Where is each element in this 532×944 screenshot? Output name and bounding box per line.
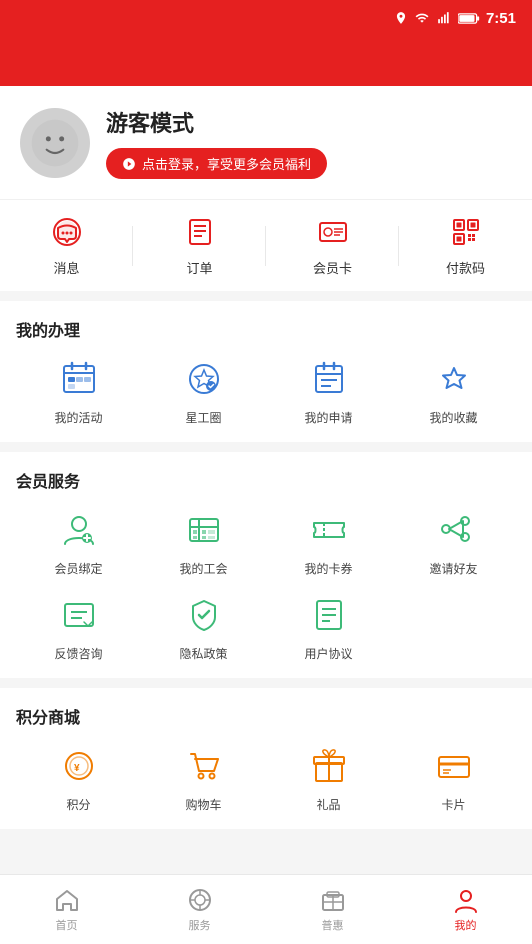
nav-home[interactable]: 首页 xyxy=(0,875,133,944)
membercard-icon xyxy=(315,214,351,250)
member-bind[interactable]: 会员绑定 xyxy=(16,508,141,577)
member-bind-label: 会员绑定 xyxy=(54,560,102,577)
activity-icon xyxy=(57,357,101,401)
agreement-icon xyxy=(307,593,351,637)
gift-label: 礼品 xyxy=(316,796,340,813)
quick-actions: 消息 订单 xyxy=(0,200,532,291)
coupon-icon xyxy=(307,508,351,552)
feedback-label: 反馈咨询 xyxy=(54,645,102,662)
my-coupon[interactable]: 我的卡券 xyxy=(266,508,391,577)
card-item[interactable]: 卡片 xyxy=(391,744,516,813)
star-circle[interactable]: 星工圈 xyxy=(141,357,266,426)
svg-text:¥: ¥ xyxy=(74,763,80,774)
my-union[interactable]: 我的工会 xyxy=(141,508,266,577)
points-label: 积分 xyxy=(66,796,90,813)
card-label: 卡片 xyxy=(441,796,465,813)
star-circle-label: 星工圈 xyxy=(185,409,221,426)
my-apply[interactable]: 我的申请 xyxy=(266,357,391,426)
apply-icon xyxy=(307,357,351,401)
nav-service[interactable]: 服务 xyxy=(133,875,266,944)
points-grid: ¥ 积分 购物车 xyxy=(16,744,516,813)
feedback-icon xyxy=(57,593,101,637)
quick-action-qrcode[interactable]: 付款码 xyxy=(399,214,532,277)
status-bar: 7:51 xyxy=(0,0,532,36)
profile-info: 游客模式 点击登录，享受更多会员福利 xyxy=(106,106,327,179)
my-favorites[interactable]: 我的收藏 xyxy=(391,357,516,426)
points-section-title: 积分商城 xyxy=(16,704,516,728)
avatar xyxy=(20,108,90,178)
gift-item[interactable]: 礼品 xyxy=(266,744,391,813)
card-icon xyxy=(432,744,476,788)
union-label: 我的工会 xyxy=(179,560,227,577)
order-label: 订单 xyxy=(186,258,212,277)
my-section-title: 我的办理 xyxy=(16,317,516,341)
profile-nav-icon xyxy=(453,887,479,913)
cart-item[interactable]: 购物车 xyxy=(141,744,266,813)
content-area: 游客模式 点击登录，享受更多会员福利 消息 xyxy=(0,86,532,924)
home-icon xyxy=(54,887,80,913)
signal-icon xyxy=(436,11,452,25)
bottom-nav: 首页 服务 普惠 我的 xyxy=(0,874,532,944)
app-header xyxy=(0,36,532,86)
quick-action-message[interactable]: 消息 xyxy=(0,214,133,277)
wifi-icon xyxy=(414,11,430,25)
member-row1: 会员绑定 我的工会 xyxy=(16,508,516,577)
quick-action-membercard[interactable]: 会员卡 xyxy=(266,214,399,277)
nav-home-label: 首页 xyxy=(56,917,78,933)
benefits-icon xyxy=(320,887,346,913)
star-circle-icon xyxy=(182,357,226,401)
nav-benefits-label: 普惠 xyxy=(322,917,344,933)
apply-label: 我的申请 xyxy=(304,409,352,426)
battery-icon xyxy=(458,12,480,25)
privacy[interactable]: 隐私政策 xyxy=(141,593,266,662)
login-btn-label: 点击登录，享受更多会员福利 xyxy=(142,154,311,173)
points-item[interactable]: ¥ 积分 xyxy=(16,744,141,813)
nav-service-label: 服务 xyxy=(189,917,211,933)
message-label: 消息 xyxy=(53,258,79,277)
nav-benefits[interactable]: 普惠 xyxy=(266,875,399,944)
favorites-icon xyxy=(432,357,476,401)
feedback[interactable]: 反馈咨询 xyxy=(16,593,141,662)
gift-icon xyxy=(307,744,351,788)
profile-name: 游客模式 xyxy=(106,106,327,138)
login-button[interactable]: 点击登录，享受更多会员福利 xyxy=(106,148,327,179)
my-section-grid: 我的活动 星工圈 xyxy=(16,357,516,426)
privacy-icon xyxy=(182,593,226,637)
member-bind-icon xyxy=(57,508,101,552)
agreement-label: 用户协议 xyxy=(304,645,352,662)
cart-icon xyxy=(182,744,226,788)
invite-label: 邀请好友 xyxy=(429,560,477,577)
nav-profile[interactable]: 我的 xyxy=(399,875,532,944)
coupon-label: 我的卡券 xyxy=(304,560,352,577)
location-icon xyxy=(394,11,408,25)
membercard-label: 会员卡 xyxy=(313,258,352,277)
my-section: 我的办理 我的活动 xyxy=(0,301,532,442)
message-icon xyxy=(49,214,85,250)
service-icon xyxy=(187,887,213,913)
my-activity[interactable]: 我的活动 xyxy=(16,357,141,426)
qrcode-icon xyxy=(448,214,484,250)
agreement[interactable]: 用户协议 xyxy=(266,593,391,662)
order-icon xyxy=(182,214,218,250)
profile-card: 游客模式 点击登录，享受更多会员福利 xyxy=(0,86,532,200)
invite-friend[interactable]: 邀请好友 xyxy=(391,508,516,577)
member-section: 会员服务 会员绑定 xyxy=(0,452,532,678)
cart-label: 购物车 xyxy=(185,796,221,813)
qrcode-label: 付款码 xyxy=(446,258,485,277)
activity-label: 我的活动 xyxy=(54,409,102,426)
privacy-label: 隐私政策 xyxy=(179,645,227,662)
nav-profile-label: 我的 xyxy=(455,917,477,933)
status-time: 7:51 xyxy=(486,10,516,27)
quick-action-order[interactable]: 订单 xyxy=(133,214,266,277)
union-icon xyxy=(182,508,226,552)
points-section: 积分商城 ¥ 积分 xyxy=(0,688,532,829)
invite-icon xyxy=(432,508,476,552)
member-section-title: 会员服务 xyxy=(16,468,516,492)
member-row2: 反馈咨询 隐私政策 xyxy=(16,593,516,662)
favorites-label: 我的收藏 xyxy=(429,409,477,426)
points-icon: ¥ xyxy=(57,744,101,788)
